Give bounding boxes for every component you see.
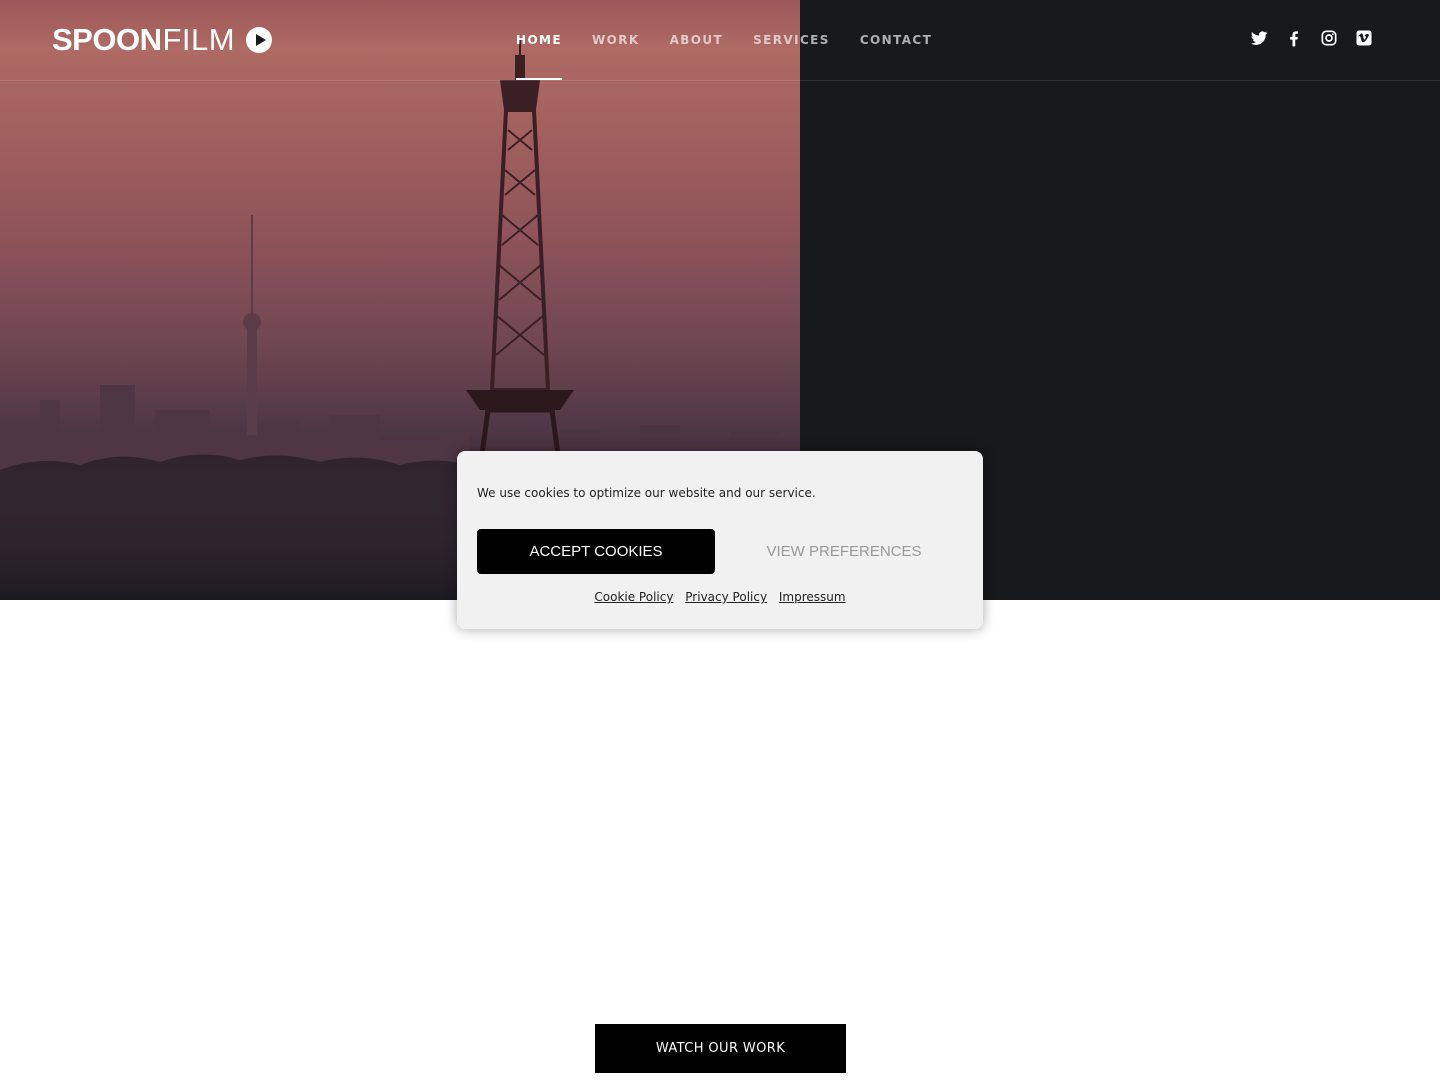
logo-text-bold: SPOON <box>52 22 162 57</box>
vimeo-icon[interactable] <box>1354 28 1374 48</box>
social-links <box>1234 28 1374 48</box>
nav-home[interactable]: HOME <box>516 0 562 80</box>
watch-our-work-button[interactable]: WATCH OUR WORK <box>595 1024 846 1073</box>
cookie-links: Cookie Policy Privacy Policy Impressum <box>457 590 983 604</box>
nav-contact[interactable]: CONTACT <box>860 0 932 80</box>
view-preferences-button[interactable]: VIEW PREFERENCES <box>725 529 963 574</box>
facebook-icon[interactable] <box>1284 28 1304 48</box>
main-nav: HOME WORK ABOUT SERVICES CONTACT <box>516 0 962 80</box>
cookie-message: We use cookies to optimize our website a… <box>477 486 816 500</box>
nav-about[interactable]: ABOUT <box>670 0 724 80</box>
twitter-icon[interactable] <box>1249 28 1269 48</box>
nav-work[interactable]: WORK <box>592 0 640 80</box>
logo-text-light: FILM <box>162 22 236 57</box>
cookie-banner: We use cookies to optimize our website a… <box>457 451 983 629</box>
instagram-icon[interactable] <box>1319 28 1339 48</box>
cookie-policy-link[interactable]: Cookie Policy <box>594 590 673 604</box>
accept-cookies-button[interactable]: ACCEPT COOKIES <box>477 529 715 574</box>
logo[interactable]: SPOON FILM <box>52 22 273 57</box>
impressum-link[interactable]: Impressum <box>779 590 846 604</box>
privacy-policy-link[interactable]: Privacy Policy <box>685 590 767 604</box>
site-header: SPOON FILM HOME WORK ABOUT SERVICES CONT… <box>0 0 1440 81</box>
play-circle-icon <box>246 27 273 53</box>
nav-services[interactable]: SERVICES <box>753 0 830 80</box>
